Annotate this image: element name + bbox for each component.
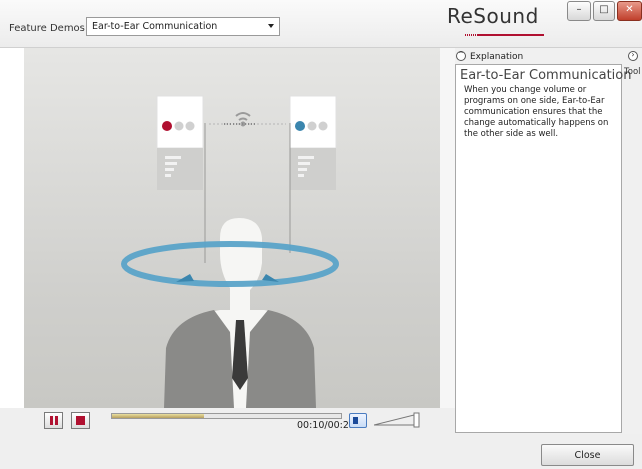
feature-demos-label: Feature Demos: [9, 23, 85, 34]
volume-slider[interactable]: [374, 410, 420, 430]
chevron-up-icon: ⌃: [457, 50, 465, 59]
tools-label: Tool: [624, 67, 641, 77]
minimize-button[interactable]: –: [567, 1, 591, 21]
demo-illustration: [121, 95, 339, 408]
window-close-button[interactable]: ✕: [617, 1, 642, 21]
left-margin: [0, 48, 24, 408]
tools-expand-button[interactable]: ›: [628, 50, 638, 61]
close-icon: ✕: [625, 4, 634, 15]
demo-video[interactable]: [24, 48, 440, 408]
volume-handle[interactable]: [413, 412, 420, 428]
speaker-icon: [353, 417, 358, 424]
minimize-icon: –: [576, 4, 582, 15]
playback-progress[interactable]: [111, 413, 342, 419]
brand-logo: ReSound: [447, 4, 539, 28]
selected-demo: Ear-to-Ear Communication: [92, 21, 218, 32]
pause-button[interactable]: [44, 412, 63, 429]
pause-icon-bar: [55, 416, 58, 425]
explanation-panel: Ear-to-Ear Communication When you change…: [455, 64, 632, 433]
explanation-collapse-button[interactable]: ⌃: [456, 50, 466, 61]
maximize-icon: □: [599, 4, 609, 15]
stop-button[interactable]: [71, 412, 90, 429]
dropdown-arrow-icon: [268, 24, 274, 28]
feature-demo-select[interactable]: Ear-to-Ear Communication: [86, 17, 280, 36]
left-device-card: [156, 95, 206, 263]
explanation-label: Explanation: [470, 52, 524, 62]
maximize-button[interactable]: □: [593, 1, 615, 21]
brand-underline-dotted: [465, 34, 478, 36]
close-button[interactable]: Close: [541, 444, 634, 466]
video-gutter: [440, 48, 455, 408]
pause-icon: [50, 416, 53, 425]
playback-time: 00:10/00:25: [297, 420, 355, 431]
right-device-card: [289, 95, 337, 253]
progress-fill: [112, 414, 204, 418]
stop-icon: [76, 416, 85, 425]
explanation-title: Ear-to-Ear Communication: [460, 68, 632, 83]
brand-underline: [478, 34, 544, 36]
mute-button[interactable]: [349, 413, 367, 428]
explanation-body: When you change volume or programs on on…: [464, 85, 609, 139]
chevron-right-icon: ›: [631, 50, 635, 59]
